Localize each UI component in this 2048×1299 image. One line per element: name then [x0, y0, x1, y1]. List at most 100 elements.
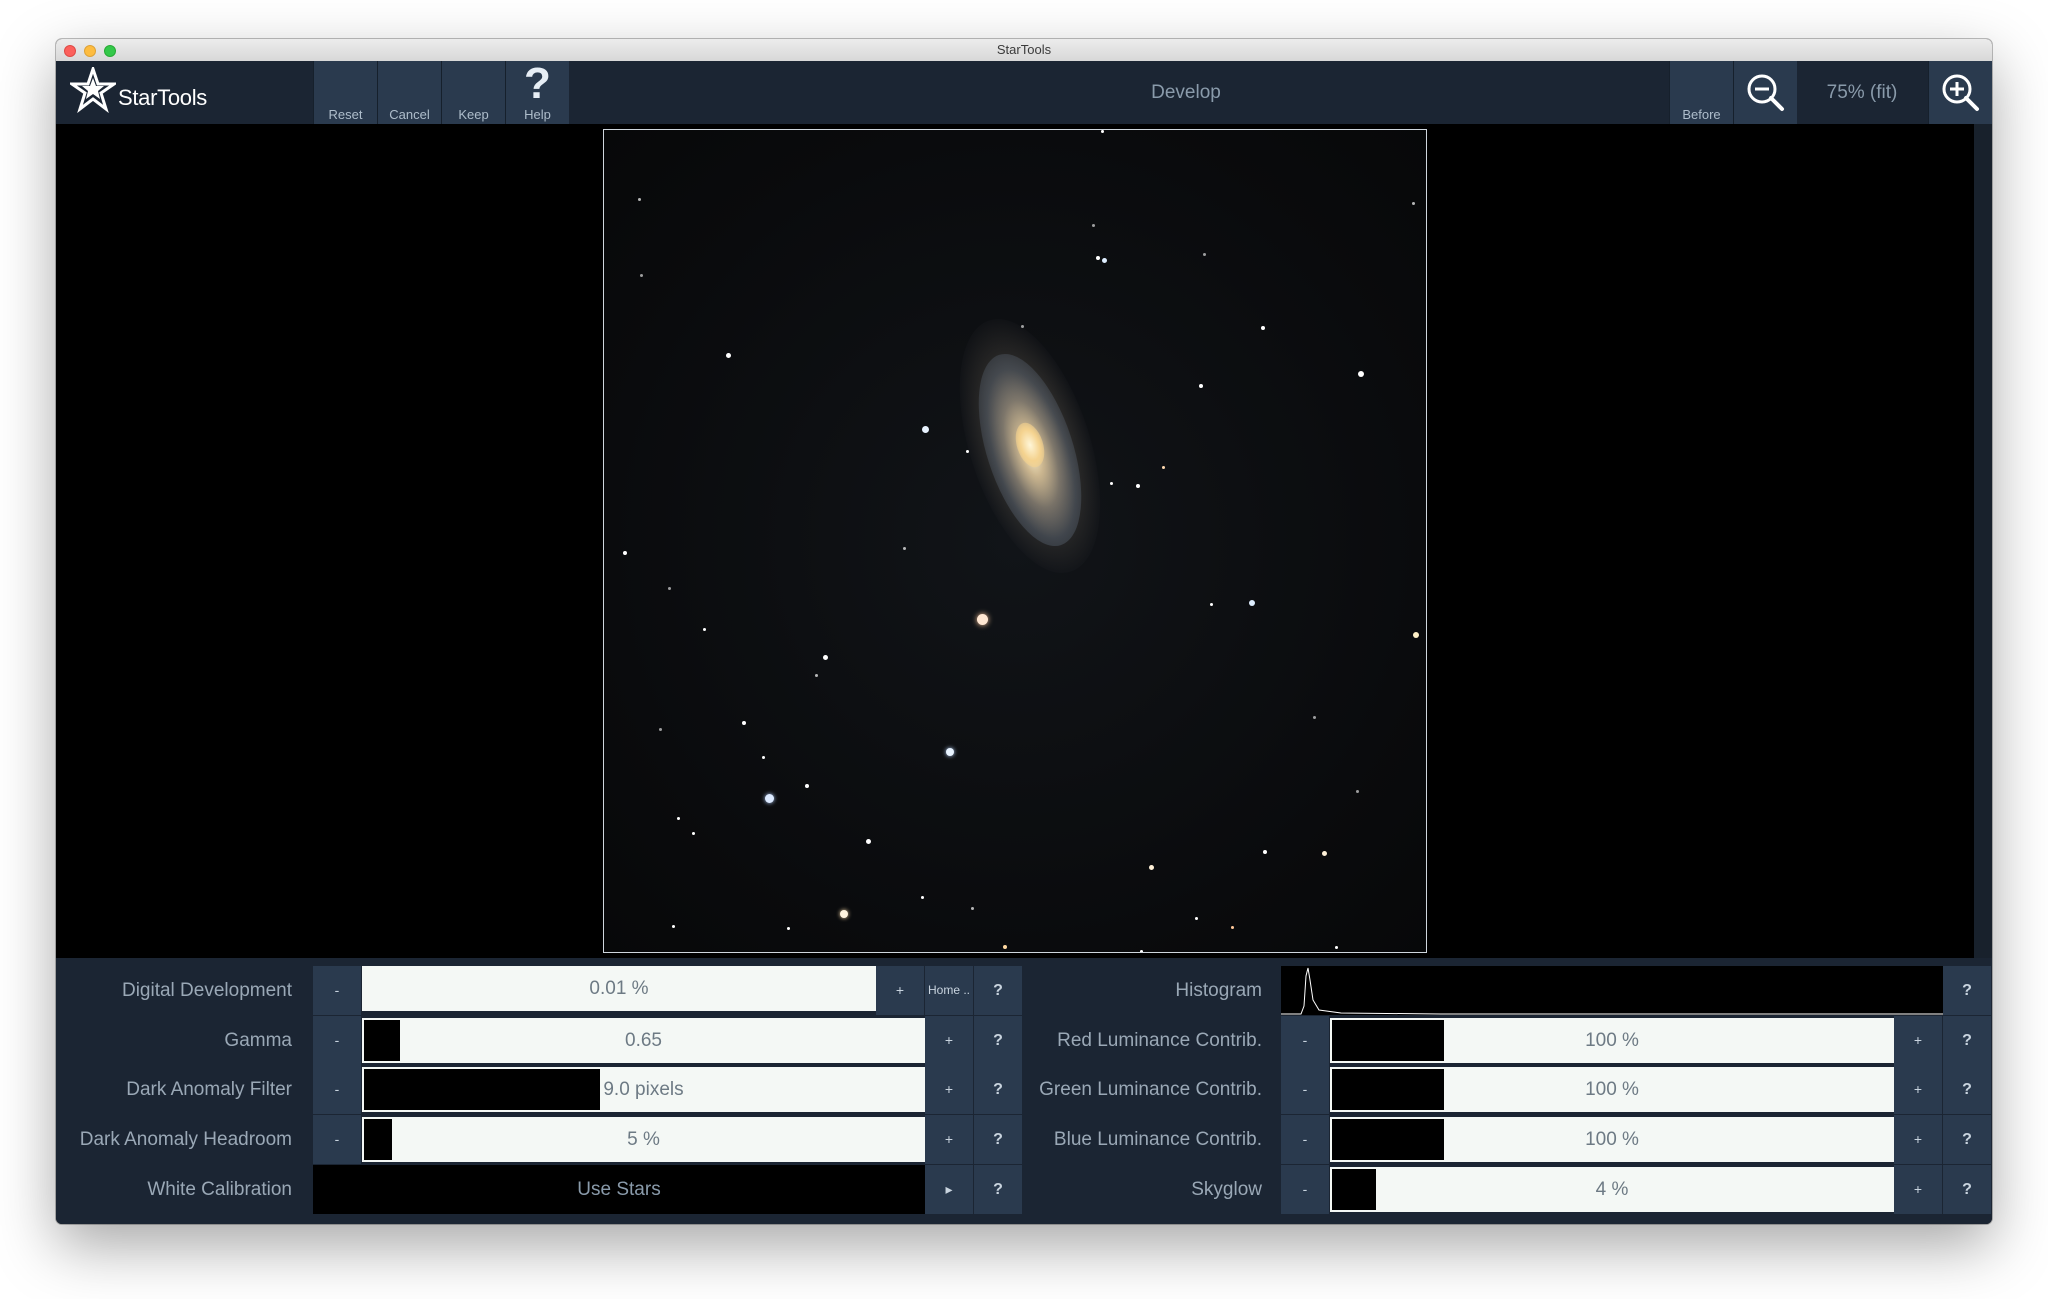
- zoom-in-icon: [1942, 74, 1979, 111]
- gamma-increase-button[interactable]: +: [925, 1016, 973, 1065]
- star: [946, 748, 954, 756]
- star: [1249, 600, 1255, 606]
- startools-logo-icon: [70, 67, 116, 113]
- dark-anomaly-filter-slider[interactable]: 9.0 pixels: [362, 1067, 925, 1112]
- question-mark-icon: ?: [524, 59, 551, 108]
- dark-anomaly-headroom-value: 5 %: [627, 1129, 660, 1150]
- star: [966, 450, 969, 453]
- skyglow-slider[interactable]: 4 %: [1330, 1167, 1894, 1212]
- zoom-window-button[interactable]: [104, 45, 116, 57]
- skyglow-help-button[interactable]: ?: [1943, 1165, 1991, 1214]
- app-window: StarTools StarTools Reset Cancel Keep ? …: [56, 39, 1992, 1224]
- star: [823, 655, 828, 660]
- vertical-scrollbar[interactable]: [1974, 124, 1992, 958]
- star: [922, 426, 929, 433]
- gamma-value: 0.65: [625, 1030, 662, 1051]
- blue-luminance-help-button[interactable]: ?: [1943, 1115, 1991, 1164]
- star: [668, 587, 671, 590]
- digital-development-slider[interactable]: 0.01 %: [362, 966, 876, 1011]
- histogram-display: [1281, 966, 1943, 1015]
- before-label: Before: [1682, 107, 1721, 122]
- red-luminance-help-button[interactable]: ?: [1943, 1016, 1991, 1065]
- dark-anomaly-headroom-decrease-button[interactable]: -: [313, 1115, 361, 1164]
- toolbar: StarTools Reset Cancel Keep ? Help Devel…: [56, 59, 1992, 124]
- zoom-level: 75% (fit): [1826, 82, 1898, 103]
- star: [1263, 850, 1267, 854]
- cancel-button[interactable]: Cancel: [377, 61, 441, 124]
- star: [1413, 632, 1419, 638]
- close-window-button[interactable]: [64, 45, 76, 57]
- star: [971, 907, 974, 910]
- star: [1110, 482, 1113, 485]
- star: [1261, 326, 1265, 330]
- star: [1335, 946, 1338, 949]
- white-calibration-next-button[interactable]: ▸: [925, 1165, 973, 1214]
- zoom-out-button[interactable]: [1733, 61, 1797, 124]
- skyglow-increase-button[interactable]: +: [1894, 1165, 1942, 1214]
- dark-anomaly-filter-help-button[interactable]: ?: [974, 1065, 1022, 1114]
- digital-development-increase-button[interactable]: +: [876, 966, 924, 1015]
- histogram-help-button[interactable]: ?: [1943, 966, 1991, 1015]
- star: [1358, 371, 1364, 377]
- window-title: StarTools: [996, 42, 1052, 57]
- blue-luminance-decrease-button[interactable]: -: [1281, 1115, 1329, 1164]
- star: [903, 547, 906, 550]
- star: [840, 910, 848, 918]
- star: [866, 839, 871, 844]
- dark-anomaly-headroom-slider[interactable]: 5 %: [362, 1117, 925, 1162]
- star: [623, 551, 627, 555]
- star: [742, 721, 746, 725]
- dark-anomaly-headroom-help-button[interactable]: ?: [974, 1115, 1022, 1164]
- dark-anomaly-filter-value: 9.0 pixels: [603, 1079, 684, 1100]
- green-luminance-decrease-button[interactable]: -: [1281, 1065, 1329, 1114]
- zoom-in-button[interactable]: [1928, 61, 1992, 124]
- help-label: Help: [524, 107, 551, 122]
- home-button[interactable]: Home ..: [925, 966, 973, 1015]
- digital-development-decrease-button[interactable]: -: [313, 966, 361, 1015]
- green-luminance-increase-button[interactable]: +: [1894, 1065, 1942, 1114]
- green-luminance-help-button[interactable]: ?: [1943, 1065, 1991, 1114]
- dark-anomaly-filter-decrease-button[interactable]: -: [313, 1065, 361, 1114]
- dark-anomaly-filter-label: Dark Anomaly Filter: [126, 1079, 292, 1100]
- star: [1195, 917, 1198, 920]
- red-luminance-decrease-button[interactable]: -: [1281, 1016, 1329, 1065]
- histogram-label: Histogram: [1175, 980, 1262, 1001]
- green-luminance-slider[interactable]: 100 %: [1330, 1067, 1894, 1112]
- green-luminance-value: 100 %: [1585, 1079, 1639, 1100]
- red-luminance-slider[interactable]: 100 %: [1330, 1018, 1894, 1063]
- blue-luminance-slider[interactable]: 100 %: [1330, 1117, 1894, 1162]
- star: [977, 614, 988, 625]
- digital-development-help-button[interactable]: ?: [974, 966, 1022, 1015]
- star: [1003, 945, 1007, 949]
- dark-anomaly-filter-increase-button[interactable]: +: [925, 1065, 973, 1114]
- star: [692, 832, 695, 835]
- astro-image[interactable]: [603, 129, 1427, 953]
- reset-label: Reset: [328, 107, 363, 122]
- star: [805, 784, 809, 788]
- star: [1092, 224, 1095, 227]
- dark-anomaly-headroom-increase-button[interactable]: +: [925, 1115, 973, 1164]
- image-viewport[interactable]: [56, 124, 1974, 958]
- white-calibration-help-button[interactable]: ?: [974, 1165, 1022, 1214]
- keep-button[interactable]: Keep: [441, 61, 505, 124]
- gamma-decrease-button[interactable]: -: [313, 1016, 361, 1065]
- star: [659, 728, 662, 731]
- star: [765, 794, 774, 803]
- red-luminance-increase-button[interactable]: +: [1894, 1016, 1942, 1065]
- star: [1102, 258, 1107, 263]
- before-button[interactable]: Before: [1669, 61, 1733, 124]
- star: [1210, 603, 1213, 606]
- minimize-window-button[interactable]: [84, 45, 96, 57]
- gamma-help-button[interactable]: ?: [974, 1016, 1022, 1065]
- red-luminance-value: 100 %: [1585, 1030, 1639, 1051]
- star: [1149, 865, 1154, 870]
- white-calibration-select[interactable]: Use Stars: [313, 1165, 925, 1214]
- blue-luminance-increase-button[interactable]: +: [1894, 1115, 1942, 1164]
- cancel-label: Cancel: [389, 107, 430, 122]
- skyglow-decrease-button[interactable]: -: [1281, 1165, 1329, 1214]
- reset-button[interactable]: Reset: [313, 61, 377, 124]
- skyglow-value: 4 %: [1595, 1179, 1629, 1200]
- help-button[interactable]: ? Help: [505, 59, 569, 124]
- gamma-slider[interactable]: 0.65: [362, 1018, 925, 1063]
- star: [677, 817, 680, 820]
